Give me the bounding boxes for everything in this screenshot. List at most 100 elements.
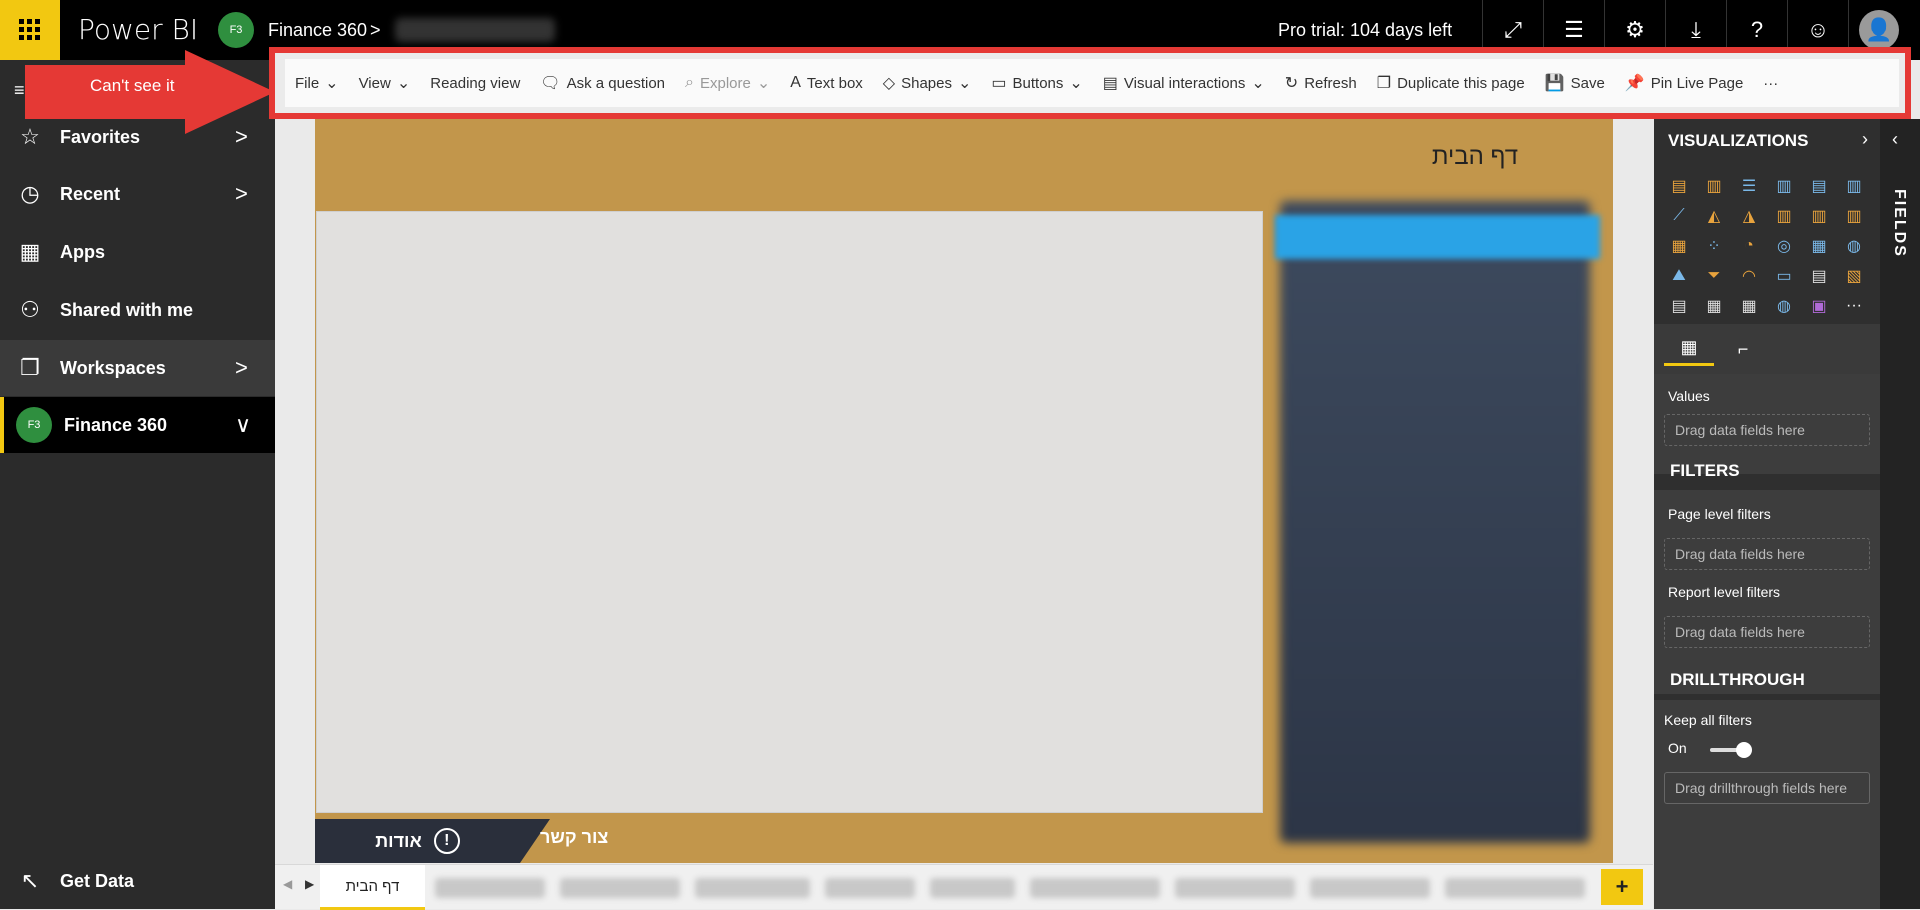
chevron-right-icon[interactable]: > [235,355,275,381]
tab-redacted[interactable] [825,878,915,898]
scatter-chart-icon[interactable]: ⁘ [1697,231,1731,261]
save-button[interactable]: 💾 Save [1535,59,1615,107]
sidebar-item-workspaces[interactable]: ❐ Workspaces > [0,340,275,396]
tab-redacted[interactable] [930,878,1015,898]
line-chart-icon[interactable]: ⟋ [1662,201,1696,231]
stacked-area-chart-icon[interactable]: ◮ [1732,201,1766,231]
tab-scroll-right-icon[interactable]: ▶ [305,877,314,891]
sidebar-item-shared[interactable]: ⚇ Shared with me [0,282,275,338]
sidebar-item-recent[interactable]: ◷ Recent > [0,166,275,222]
tab-redacted[interactable] [560,878,680,898]
tab-home[interactable]: דף הבית [320,865,425,910]
format-paint-roller-icon[interactable]: ⌐ [1718,332,1768,366]
buttons-menu[interactable]: ▭ Buttons ⌄ [981,59,1092,107]
interactions-icon: ▤ [1102,75,1118,92]
reading-view-button[interactable]: Reading view [420,59,530,107]
get-data-button[interactable]: ↖ Get Data [0,853,275,909]
values-section: Values Drag data fields here [1654,374,1880,474]
more-visuals-icon[interactable]: ··· [1837,291,1871,321]
pie-chart-icon[interactable]: ◔ [1732,231,1766,261]
visualizations-title: VISUALIZATIONS [1668,131,1809,150]
more-options-button[interactable]: ··· [1753,59,1788,107]
tab-redacted[interactable] [435,878,545,898]
values-drop-zone[interactable]: Drag data fields here [1664,414,1870,446]
explore-menu[interactable]: ⌕ Explore ⌄ [675,59,780,107]
shared-people-icon: ⚇ [20,297,40,322]
custom-visual-icon[interactable]: ▣ [1802,291,1836,321]
visual-interactions-menu[interactable]: ▤ Visual interactions ⌄ [1093,59,1275,107]
report-toolbar-highlight: File ⌄ View ⌄ Reading view 🗨 Ask a question… [269,47,1911,119]
gauge-icon[interactable]: ◠ [1732,261,1766,291]
matrix-icon[interactable]: ▦ [1732,291,1766,321]
about-button[interactable]: אודות ! [315,819,550,863]
view-menu[interactable]: View ⌄ [349,59,421,107]
chevron-down-icon[interactable]: ∨ [235,412,275,438]
area-chart-icon[interactable]: ◭ [1697,201,1731,231]
sidebar-item-label: Workspaces [60,357,166,378]
visual-placeholder[interactable] [316,211,1263,813]
speech-bubble-icon: 🗨 [540,75,561,92]
waterfall-chart-icon[interactable]: ▦ [1662,231,1696,261]
keep-filters-toggle[interactable] [1710,742,1752,758]
file-label: File [295,74,320,92]
duplicate-label: Duplicate this page [1397,74,1525,92]
breadcrumb-report-redacted[interactable] [395,18,555,42]
tab-redacted[interactable] [1030,878,1160,898]
line-and-stacked-column-icon[interactable]: ▥ [1802,201,1836,231]
report-filters-drop-zone[interactable]: Drag data fields here [1664,616,1870,648]
text-box-button[interactable]: A Text box [780,59,873,107]
expand-fields-icon[interactable]: ‹ [1892,129,1898,150]
tab-scroll-left-icon[interactable]: ◀ [283,877,292,891]
multi-row-card-icon[interactable]: ▤ [1802,261,1836,291]
shapes-menu[interactable]: ◇ Shapes ⌄ [873,59,982,107]
toggle-state-label: On [1668,740,1687,756]
funnel-icon[interactable]: ⏷ [1697,261,1731,291]
collapse-pane-icon[interactable]: › [1862,129,1868,150]
line-and-column-chart-icon[interactable]: ▥ [1767,201,1801,231]
duplicate-page-button[interactable]: ❐ Duplicate this page [1367,59,1535,107]
100-stacked-column-chart-icon[interactable]: ▥ [1837,171,1871,201]
file-menu[interactable]: File ⌄ [285,59,349,107]
pin-live-page-button[interactable]: 📌 Pin Live Page [1615,59,1754,107]
text-box-icon: A [790,74,801,91]
arcgis-map-icon[interactable]: ◍ [1767,291,1801,321]
breadcrumb-workspace[interactable]: Finance 360 [268,20,367,41]
stacked-bar-chart-icon[interactable]: ▤ [1662,171,1696,201]
trial-status[interactable]: Pro trial: 104 days left [1278,20,1452,41]
sidebar-item-finance-360[interactable]: F3 Finance 360 ∨ [0,397,275,453]
treemap-icon[interactable]: ▦ [1802,231,1836,261]
redacted-slicer-list[interactable] [1280,201,1590,843]
ask-question-button[interactable]: 🗨 Ask a question [530,59,675,107]
slicer-icon[interactable]: ▤ [1662,291,1696,321]
fields-label: FIELDS [1891,189,1908,258]
hamburger-icon[interactable]: ≡ [14,80,25,101]
values-label: Values [1668,388,1710,404]
refresh-button[interactable]: ↻ Refresh [1275,59,1367,107]
tab-redacted[interactable] [1445,878,1585,898]
fields-well-tab-icon[interactable]: ▦ [1664,332,1714,366]
sidebar-item-apps[interactable]: ▦ Apps [0,224,275,280]
tab-redacted[interactable] [1310,878,1430,898]
user-icon: 👤 [1859,10,1899,50]
map-icon[interactable]: ◍ [1837,231,1871,261]
drillthrough-drop-zone[interactable]: Drag drillthrough fields here [1664,772,1870,804]
ribbon-chart-icon[interactable]: ▥ [1837,201,1871,231]
chevron-right-icon[interactable]: > [235,181,275,207]
brand-logo[interactable]: Power BI [78,13,198,46]
clustered-bar-chart-icon[interactable]: ☰ [1732,171,1766,201]
100-stacked-bar-chart-icon[interactable]: ▤ [1802,171,1836,201]
clustered-column-chart-icon[interactable]: ▥ [1767,171,1801,201]
fields-pane[interactable]: ‹ FIELDS [1880,119,1920,909]
tab-redacted[interactable] [695,878,810,898]
stacked-column-chart-icon[interactable]: ▥ [1697,171,1731,201]
kpi-icon[interactable]: ▧ [1837,261,1871,291]
add-page-button[interactable]: + [1601,869,1643,905]
contact-button[interactable]: צור קשר [540,827,608,848]
filled-map-icon[interactable]: ⛰ [1662,261,1696,291]
tab-redacted[interactable] [1175,878,1295,898]
page-title: דף הבית [1431,143,1518,170]
table-icon[interactable]: ▦ [1697,291,1731,321]
page-filters-drop-zone[interactable]: Drag data fields here [1664,538,1870,570]
card-icon[interactable]: ▭ [1767,261,1801,291]
donut-chart-icon[interactable]: ◎ [1767,231,1801,261]
